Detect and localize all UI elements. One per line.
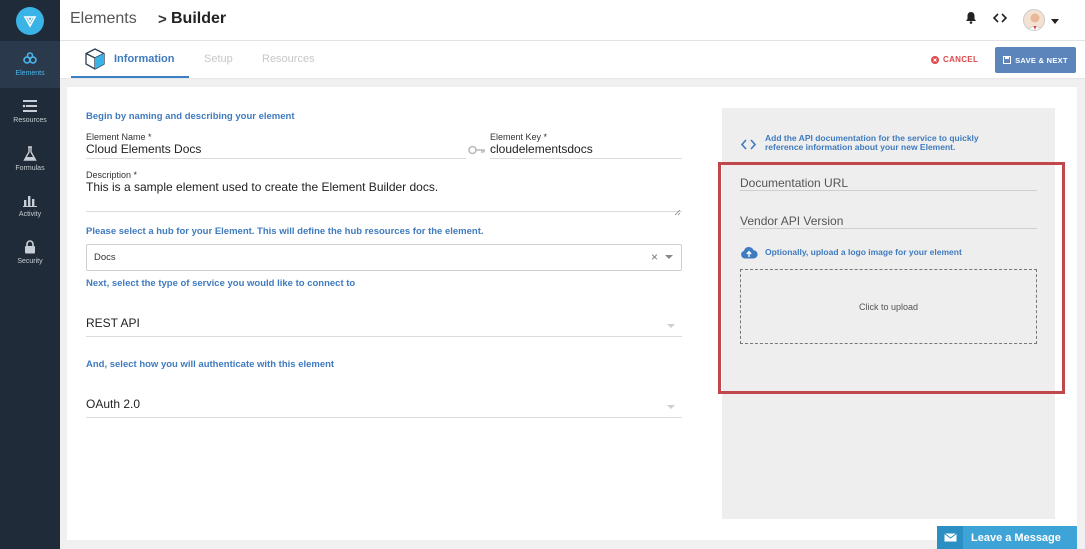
sidebar-item-formulas[interactable]: Formulas <box>0 135 60 182</box>
service-prompt: Next, select the type of service you wou… <box>86 278 356 289</box>
tab-strip: Information Setup Resources CANCEL SAVE … <box>60 41 1085 79</box>
element-key-label: Element Key * <box>490 132 548 142</box>
chat-label: Leave a Message <box>971 531 1061 544</box>
top-bar: Elements > Builder <box>60 0 1085 41</box>
tab-resources[interactable]: Resources <box>262 53 315 65</box>
close-circle-icon <box>931 55 939 64</box>
cancel-button[interactable]: CANCEL <box>931 55 978 64</box>
sidebar-item-activity[interactable]: Activity <box>0 182 60 229</box>
service-select[interactable]: REST API <box>86 316 140 330</box>
clear-icon[interactable]: × <box>651 250 658 264</box>
description-underline <box>86 211 682 212</box>
service-underline <box>86 336 682 337</box>
chevron-down-icon <box>1051 11 1059 29</box>
top-icons <box>965 9 1059 31</box>
sidebar-item-label: Activity <box>18 211 42 218</box>
cube-icon <box>85 48 105 75</box>
formulas-icon <box>23 145 37 161</box>
element-name-underline <box>86 158 466 159</box>
chevron-down-icon <box>667 324 675 328</box>
auth-underline <box>86 417 682 418</box>
sidebar-item-security[interactable]: Security <box>0 229 60 276</box>
logo-icon <box>23 15 37 28</box>
auth-prompt: And, select how you will authenticate wi… <box>86 359 335 370</box>
sidebar-item-label: Elements <box>15 70 45 77</box>
auth-select[interactable]: OAuth 2.0 <box>86 397 140 411</box>
description-label: Description * <box>86 170 138 180</box>
floppy-icon <box>1003 56 1012 64</box>
elements-icon <box>23 52 37 64</box>
sidebar-item-elements[interactable]: Elements <box>0 41 60 88</box>
highlight-annotation <box>718 162 1065 394</box>
save-label: SAVE & NEXT <box>1015 55 1068 65</box>
hub-select[interactable] <box>86 244 682 271</box>
element-key-field[interactable]: cloudelementsdocs <box>490 142 593 156</box>
description-field[interactable]: This is a sample element used to create … <box>86 180 438 194</box>
element-key-underline <box>490 158 682 159</box>
code-icon[interactable] <box>992 11 1008 29</box>
key-icon <box>468 142 486 160</box>
resources-icon <box>22 100 37 112</box>
save-next-button[interactable]: SAVE & NEXT <box>995 47 1076 73</box>
hub-prompt: Please select a hub for your Element. Th… <box>86 226 484 237</box>
active-tab-indicator <box>71 76 189 78</box>
section-intro: Begin by naming and describing your elem… <box>86 111 295 122</box>
app-logo-wrap <box>0 0 60 41</box>
chevron-down-icon <box>665 255 673 259</box>
chevron-down-icon <box>667 405 675 409</box>
tab-setup[interactable]: Setup <box>204 53 233 65</box>
activity-icon <box>23 196 37 207</box>
element-name-field[interactable]: Cloud Elements Docs <box>86 142 201 156</box>
sidebar-item-label: Resources <box>13 117 47 124</box>
avatar <box>1023 9 1045 31</box>
envelope-icon <box>937 526 963 549</box>
tab-information[interactable]: Information <box>114 53 175 65</box>
app-logo[interactable] <box>16 6 44 35</box>
page-title: Builder <box>171 10 227 27</box>
bell-icon[interactable] <box>965 11 977 29</box>
user-menu[interactable] <box>1023 9 1059 31</box>
sidebar-item-label: Formulas <box>15 164 45 172</box>
lock-icon <box>25 240 35 254</box>
code-icon <box>740 137 757 155</box>
sidebar-item-label: Security <box>17 258 43 265</box>
sidebar-item-resources[interactable]: Resources <box>0 88 60 135</box>
sidebar: Elements Resources Formulas Activity Sec… <box>0 0 60 549</box>
leave-message-button[interactable]: Leave a Message <box>937 526 1077 549</box>
breadcrumb-root[interactable]: Elements <box>70 10 137 28</box>
api-doc-hint-2: reference information about your new Ele… <box>765 142 956 152</box>
element-name-label: Element Name * <box>86 132 152 142</box>
hub-select-value: Docs <box>94 252 116 263</box>
cancel-label: CANCEL <box>943 55 979 64</box>
breadcrumb-separator: > <box>158 11 167 28</box>
resize-handle-icon[interactable] <box>674 203 681 221</box>
